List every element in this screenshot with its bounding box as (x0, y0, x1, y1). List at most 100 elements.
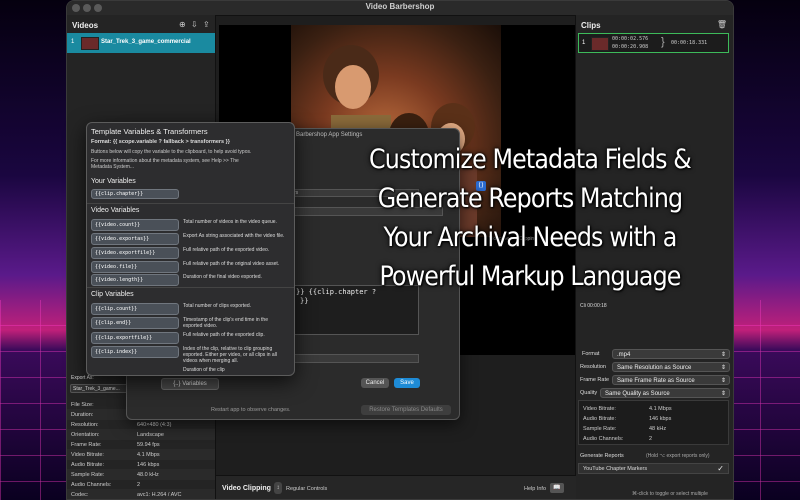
video-variable-row: {{video.length}} Duration of the final vi… (91, 274, 287, 286)
template-text-line2: }} (300, 297, 309, 305)
clip-index: 1 (582, 40, 586, 46)
restore-defaults-button[interactable]: Restore Templates Defaults (361, 405, 451, 415)
variable-chip[interactable]: {{video.count}} (91, 219, 179, 231)
variable-description: Duration of the final video exported. (183, 274, 262, 280)
share-icon[interactable]: ⇪ (203, 20, 210, 29)
stat-value: 640×480 (4:3) (137, 421, 172, 428)
braces-icon: {..} (173, 381, 181, 387)
copy-note: Buttons below will copy the variable to … (91, 149, 252, 155)
video-row[interactable]: 1 Star_Trek_3_game_commercial (67, 33, 215, 53)
overlay-line-2: Generate Reports Matching (377, 183, 683, 214)
variable-description: Export As string associated with the vid… (183, 233, 285, 239)
clip-brace-icon: } (661, 36, 665, 48)
stat-value: 48 kHz (649, 425, 667, 432)
variable-chip[interactable]: {{clip.end}} (91, 317, 179, 329)
stat-key: Frame Rate: (71, 441, 102, 448)
variable-chip[interactable]: {{clip.exportfile}} (91, 332, 179, 344)
variable-description: Total number of clips exported. (183, 303, 252, 309)
overlay-line-3: Your Archival Needs with a (383, 222, 678, 253)
video-variable-row: {{video.count}} Total number of videos in… (91, 219, 287, 231)
variable-description: Index of the clip, relative to clip grou… (183, 346, 277, 364)
popover-title: Template Variables & Transformers (91, 127, 208, 136)
clips-panel-title: Clips (581, 21, 601, 30)
format-line: Format: {{ scope.variable ? fallback > t… (91, 139, 230, 145)
stat-key: Audio Bitrate: (71, 461, 105, 468)
clip-variables-heading: Clip Variables (91, 291, 134, 298)
variable-chip[interactable]: {{clip.index}} (91, 346, 179, 358)
variable-description: Full relative path of the exported clip. (183, 332, 265, 338)
variable-description: Full relative path of the exported video… (183, 247, 270, 253)
stat-key: Resolution: (71, 421, 99, 428)
settings-dialog-title: o Barbershop App Settings (291, 132, 363, 138)
variables-button[interactable]: {..} Variables (161, 378, 219, 390)
stat-key: Duration: (71, 411, 94, 418)
frame-rate-select[interactable]: Same Frame Rate as Source ⇕ (612, 375, 730, 385)
video-variable-row: {{video.exportfile}} Full relative path o… (91, 247, 287, 259)
variable-chip[interactable]: {{clip.count}} (91, 303, 179, 315)
stat-value: 2 (649, 435, 653, 442)
stat-value: 59.94 fps (137, 441, 160, 448)
clip-desc-cutoff: Duration of the clip (183, 367, 225, 373)
format-label: Format (582, 351, 600, 357)
video-variable-row: {{video.exportas}} Export As string assoc… (91, 233, 287, 245)
overlay-line-4: Powerful Markup Language (379, 261, 681, 292)
report-item-youtube-chapters[interactable]: YouTube Chapter Markers ✓ (578, 463, 729, 474)
stat-value: avc1: H.264 / AVC (137, 491, 182, 498)
window-title: Video Barbershop (365, 2, 435, 11)
clip-row[interactable]: 1 00:00:02.576 00:00:20.908 } 00:00:18.3… (578, 33, 729, 53)
format-select[interactable]: .mp4 ⇕ (612, 349, 730, 359)
your-var-chip-clip-chapter[interactable]: {{clip.chapter}} (91, 189, 179, 199)
stat-key: Video Bitrate: (71, 451, 104, 458)
marketing-overlay-text: Customize Metadata Fields & Generate Rep… (350, 140, 711, 296)
cancel-button[interactable]: Cancel (361, 378, 389, 388)
stat-value: 4.1 Mbps (137, 451, 160, 458)
overlay-line-1: Customize Metadata Fields & (369, 144, 692, 175)
variable-chip[interactable]: {{video.exportas}} (91, 233, 179, 245)
stat-key: Audio Bitrate: (583, 415, 617, 422)
stat-key: Sample Rate: (71, 471, 105, 478)
divider (87, 203, 294, 204)
generate-reports-hint: (Hold ⌥ export reports only) (646, 453, 710, 459)
restart-note: Restart app to observe changes. (211, 407, 291, 413)
stat-value: 48.0 kHz (137, 471, 159, 478)
clip-end: 00:00:20.908 (612, 44, 649, 50)
stat-key: Codec: (71, 491, 89, 498)
quality-select[interactable]: Same Quality as Source ⇕ (600, 388, 730, 398)
mode-toggle-icon[interactable]: ↕ (274, 482, 282, 494)
add-video-icon[interactable]: ⊕ (179, 20, 186, 29)
stat-key: Video Bitrate: (583, 405, 616, 412)
resolution-select[interactable]: Same Resolution as Source ⇕ (612, 362, 730, 372)
generate-reports-label: Generate Reports (580, 453, 624, 459)
chevron-updown-icon: ⇕ (720, 365, 726, 371)
variable-chip[interactable]: {{video.length}} (91, 274, 179, 286)
settings-field-3[interactable] (291, 354, 419, 363)
variable-description: Total number of videos in the video queu… (183, 219, 277, 225)
help-info-label: Help Info (524, 486, 547, 492)
stat-value: 146 kbps (649, 415, 672, 422)
help-note: For more information about the metadata … (91, 158, 239, 170)
help-book-icon[interactable]: 📖 (550, 483, 564, 493)
checkmark-icon: ✓ (717, 464, 724, 473)
title-bar: Video Barbershop (67, 1, 733, 16)
video-variables-heading: Video Variables (91, 207, 140, 214)
video-clipping-title: Video Clipping (222, 485, 271, 492)
save-button[interactable]: Save (394, 378, 420, 388)
clip-duration-fragment: Cli 00:00:18 (580, 303, 607, 309)
stat-key: Audio Channels: (583, 435, 624, 442)
trash-icon[interactable]: 🗑 (717, 20, 727, 29)
stat-value: Landscape (137, 431, 164, 438)
export-as-field[interactable]: Star_Trek_3_game... (70, 384, 128, 393)
stat-value: 2 (137, 481, 141, 488)
report-item-label: YouTube Chapter Markers (583, 466, 648, 472)
chevron-updown-icon: ⇕ (720, 352, 726, 358)
chevron-updown-icon: ⇕ (720, 391, 726, 397)
variable-chip[interactable]: {{video.exportfile}} (91, 247, 179, 259)
video-variable-row: {{video.file}} Full relative path of the … (91, 261, 287, 273)
clip-variable-row: {{clip.index}} Index of the clip, relativ… (91, 346, 287, 364)
template-variables-popover: Template Variables & Transformers Format… (86, 122, 295, 376)
clip-duration: 00:00:18.331 (671, 40, 708, 46)
variable-chip[interactable]: {{video.file}} (91, 261, 179, 273)
import-icon[interactable]: ⇩ (191, 20, 198, 29)
clip-variable-row: {{clip.end}} Timestamp of the clip's end … (91, 317, 287, 329)
stat-key: Audio Channels: (71, 481, 112, 488)
